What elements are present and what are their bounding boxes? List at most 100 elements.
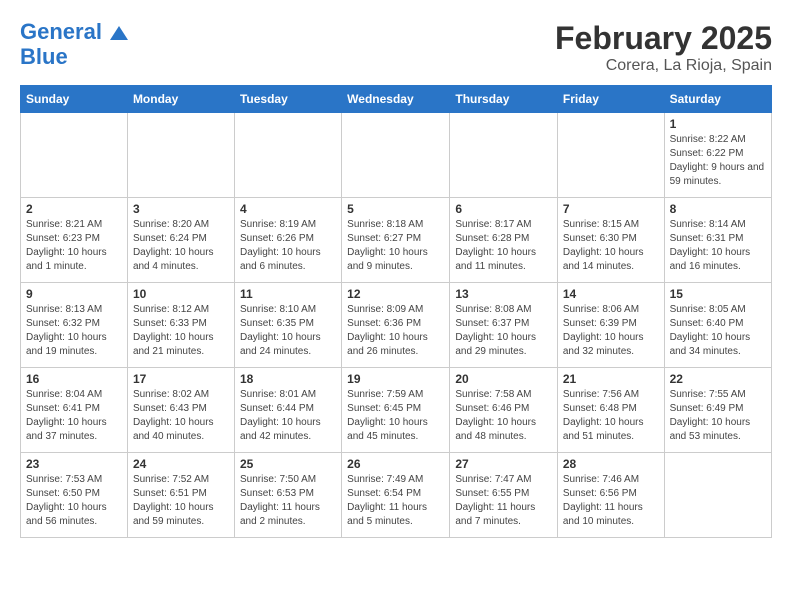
day-info: Sunrise: 8:10 AM Sunset: 6:35 PM Dayligh… (240, 303, 336, 359)
day-number: 3 (133, 202, 229, 216)
calendar-cell: 8 Sunrise: 8:14 AM Sunset: 6:31 PM Daylig… (664, 198, 771, 283)
logo-text: General (20, 20, 128, 44)
calendar-cell (557, 113, 664, 198)
calendar-cell: 7 Sunrise: 8:15 AM Sunset: 6:30 PM Daylig… (557, 198, 664, 283)
day-info: Sunrise: 8:06 AM Sunset: 6:39 PM Dayligh… (563, 303, 659, 359)
calendar-cell: 2Sunrise: 8:21 AM Sunset: 6:23 PM Daylig… (21, 198, 128, 283)
weekday-header: Wednesday (342, 86, 450, 113)
day-number: 14 (563, 287, 659, 301)
week-row: 2Sunrise: 8:21 AM Sunset: 6:23 PM Daylig… (21, 198, 772, 283)
logo-blue: Blue (20, 44, 68, 70)
day-number: 22 (670, 372, 766, 386)
week-row: 16 Sunrise: 8:04 AM Sunset: 6:41 PM Dayli… (21, 368, 772, 453)
calendar-cell: 15Sunrise: 8:05 AM Sunset: 6:40 PM Dayli… (664, 283, 771, 368)
day-info: Sunrise: 7:56 AM Sunset: 6:48 PM Dayligh… (563, 388, 659, 444)
day-number: 7 (563, 202, 659, 216)
calendar-cell: 17 Sunrise: 8:02 AM Sunset: 6:43 PM Dayli… (127, 368, 234, 453)
logo-icon (110, 26, 128, 40)
day-number: 12 (347, 287, 444, 301)
day-info: Sunrise: 8:17 AM Sunset: 6:28 PM Dayligh… (455, 218, 552, 274)
day-number: 16 (26, 372, 122, 386)
calendar-cell: 4 Sunrise: 8:19 AM Sunset: 6:26 PM Daylig… (234, 198, 341, 283)
day-info: Sunrise: 7:50 AM Sunset: 6:53 PM Dayligh… (240, 473, 336, 529)
day-info: Sunrise: 8:21 AM Sunset: 6:23 PM Dayligh… (26, 218, 122, 274)
calendar-cell (450, 113, 558, 198)
weekday-header: Sunday (21, 86, 128, 113)
day-number: 20 (455, 372, 552, 386)
calendar-cell (234, 113, 341, 198)
day-number: 6 (455, 202, 552, 216)
calendar-cell: 1 Sunrise: 8:22 AM Sunset: 6:22 PM Daylig… (664, 113, 771, 198)
calendar-cell (21, 113, 128, 198)
weekday-header: Monday (127, 86, 234, 113)
calendar-title-block: February 2025 Corera, La Rioja, Spain (555, 20, 772, 75)
day-number: 24 (133, 457, 229, 471)
day-info: Sunrise: 7:55 AM Sunset: 6:49 PM Dayligh… (670, 388, 766, 444)
calendar-title: February 2025 (555, 20, 772, 57)
calendar-cell: 25 Sunrise: 7:50 AM Sunset: 6:53 PM Dayli… (234, 453, 341, 538)
day-info: Sunrise: 8:20 AM Sunset: 6:24 PM Dayligh… (133, 218, 229, 274)
day-info: Sunrise: 8:18 AM Sunset: 6:27 PM Dayligh… (347, 218, 444, 274)
day-info: Sunrise: 7:52 AM Sunset: 6:51 PM Dayligh… (133, 473, 229, 529)
calendar-cell: 6 Sunrise: 8:17 AM Sunset: 6:28 PM Daylig… (450, 198, 558, 283)
day-number: 5 (347, 202, 444, 216)
day-number: 8 (670, 202, 766, 216)
day-info: Sunrise: 8:13 AM Sunset: 6:32 PM Dayligh… (26, 303, 122, 359)
calendar-subtitle: Corera, La Rioja, Spain (555, 57, 772, 75)
calendar-cell: 20 Sunrise: 7:58 AM Sunset: 6:46 PM Dayli… (450, 368, 558, 453)
calendar-cell: 23 Sunrise: 7:53 AM Sunset: 6:50 PM Dayli… (21, 453, 128, 538)
day-info: Sunrise: 8:08 AM Sunset: 6:37 PM Dayligh… (455, 303, 552, 359)
day-number: 25 (240, 457, 336, 471)
day-info: Sunrise: 7:58 AM Sunset: 6:46 PM Dayligh… (455, 388, 552, 444)
day-number: 10 (133, 287, 229, 301)
calendar-cell: 3 Sunrise: 8:20 AM Sunset: 6:24 PM Daylig… (127, 198, 234, 283)
calendar-cell (664, 453, 771, 538)
calendar-cell: 19Sunrise: 7:59 AM Sunset: 6:45 PM Dayli… (342, 368, 450, 453)
day-number: 9 (26, 287, 122, 301)
day-number: 15 (670, 287, 766, 301)
logo: General Blue (20, 20, 128, 70)
week-row: 23 Sunrise: 7:53 AM Sunset: 6:50 PM Dayli… (21, 453, 772, 538)
day-number: 27 (455, 457, 552, 471)
calendar-cell (342, 113, 450, 198)
day-info: Sunrise: 8:12 AM Sunset: 6:33 PM Dayligh… (133, 303, 229, 359)
day-info: Sunrise: 8:22 AM Sunset: 6:22 PM Dayligh… (670, 133, 766, 189)
day-number: 28 (563, 457, 659, 471)
day-number: 11 (240, 287, 336, 301)
day-number: 4 (240, 202, 336, 216)
calendar-cell: 26 Sunrise: 7:49 AM Sunset: 6:54 PM Dayli… (342, 453, 450, 538)
day-number: 18 (240, 372, 336, 386)
day-info: Sunrise: 8:09 AM Sunset: 6:36 PM Dayligh… (347, 303, 444, 359)
day-number: 23 (26, 457, 122, 471)
day-info: Sunrise: 7:46 AM Sunset: 6:56 PM Dayligh… (563, 473, 659, 529)
day-info: Sunrise: 8:01 AM Sunset: 6:44 PM Dayligh… (240, 388, 336, 444)
day-number: 17 (133, 372, 229, 386)
day-info: Sunrise: 8:15 AM Sunset: 6:30 PM Dayligh… (563, 218, 659, 274)
day-info: Sunrise: 7:53 AM Sunset: 6:50 PM Dayligh… (26, 473, 122, 529)
day-number: 1 (670, 117, 766, 131)
calendar-cell: 12 Sunrise: 8:09 AM Sunset: 6:36 PM Dayli… (342, 283, 450, 368)
calendar-cell (127, 113, 234, 198)
calendar-cell: 14 Sunrise: 8:06 AM Sunset: 6:39 PM Dayli… (557, 283, 664, 368)
calendar-cell: 16 Sunrise: 8:04 AM Sunset: 6:41 PM Dayli… (21, 368, 128, 453)
day-info: Sunrise: 8:04 AM Sunset: 6:41 PM Dayligh… (26, 388, 122, 444)
day-info: Sunrise: 7:59 AM Sunset: 6:45 PM Dayligh… (347, 388, 444, 444)
calendar-cell: 18 Sunrise: 8:01 AM Sunset: 6:44 PM Dayli… (234, 368, 341, 453)
day-info: Sunrise: 8:02 AM Sunset: 6:43 PM Dayligh… (133, 388, 229, 444)
calendar-table: SundayMondayTuesdayWednesdayThursdayFrid… (20, 85, 772, 538)
calendar-cell: 10 Sunrise: 8:12 AM Sunset: 6:33 PM Dayli… (127, 283, 234, 368)
weekday-header-row: SundayMondayTuesdayWednesdayThursdayFrid… (21, 86, 772, 113)
day-info: Sunrise: 8:14 AM Sunset: 6:31 PM Dayligh… (670, 218, 766, 274)
calendar-cell: 21Sunrise: 7:56 AM Sunset: 6:48 PM Dayli… (557, 368, 664, 453)
calendar-cell: 24 Sunrise: 7:52 AM Sunset: 6:51 PM Dayli… (127, 453, 234, 538)
calendar-cell: 27 Sunrise: 7:47 AM Sunset: 6:55 PM Dayli… (450, 453, 558, 538)
day-info: Sunrise: 7:47 AM Sunset: 6:55 PM Dayligh… (455, 473, 552, 529)
day-number: 26 (347, 457, 444, 471)
weekday-header: Friday (557, 86, 664, 113)
day-info: Sunrise: 7:49 AM Sunset: 6:54 PM Dayligh… (347, 473, 444, 529)
day-info: Sunrise: 8:19 AM Sunset: 6:26 PM Dayligh… (240, 218, 336, 274)
week-row: 1 Sunrise: 8:22 AM Sunset: 6:22 PM Daylig… (21, 113, 772, 198)
day-number: 13 (455, 287, 552, 301)
weekday-header: Saturday (664, 86, 771, 113)
calendar-cell: 5 Sunrise: 8:18 AM Sunset: 6:27 PM Daylig… (342, 198, 450, 283)
